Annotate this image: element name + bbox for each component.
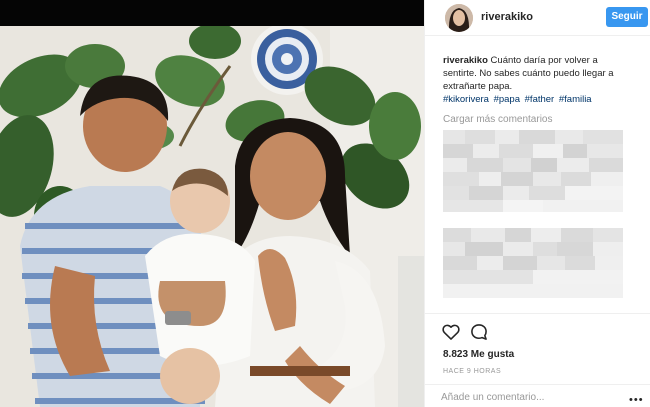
post-header: riverakiko Seguir (425, 0, 650, 36)
like-count[interactable]: 8.823 Me gusta (443, 349, 514, 360)
pixelated-comments-graphic (443, 130, 623, 298)
post-caption: riverakiko Cuánto daría por volver a sen… (443, 54, 631, 106)
hashtag-link[interactable]: #papa (494, 94, 520, 105)
hashtag-link[interactable]: #father (525, 94, 555, 105)
actions-divider (425, 313, 650, 314)
avatar-image (445, 4, 473, 32)
post-sidebar: riverakiko Seguir riverakiko Cuánto darí… (424, 0, 650, 407)
post-photo[interactable] (0, 0, 424, 407)
comment-icon[interactable] (469, 322, 489, 342)
hashtag-link[interactable]: #familia (559, 94, 592, 105)
caption-username[interactable]: riverakiko (443, 55, 488, 66)
follow-button[interactable]: Seguir (606, 7, 648, 27)
load-more-comments-link[interactable]: Cargar más comentarios (443, 114, 552, 125)
photo-top-bar (0, 0, 424, 26)
post-timestamp: HACE 9 HORAS (443, 368, 502, 375)
comment-divider (425, 384, 650, 385)
family-photo (0, 26, 424, 407)
avatar[interactable] (445, 4, 473, 32)
pixelated-comments (443, 128, 631, 308)
heart-icon[interactable] (441, 322, 461, 342)
comment-input[interactable]: Añade un comentario... (441, 392, 611, 403)
header-username[interactable]: riverakiko (481, 11, 533, 23)
hashtag-link[interactable]: #kikorivera (443, 94, 489, 105)
caption-hashtags: #kikorivera #papa #father #familia (443, 94, 594, 105)
more-options-icon[interactable]: ••• (629, 394, 644, 406)
